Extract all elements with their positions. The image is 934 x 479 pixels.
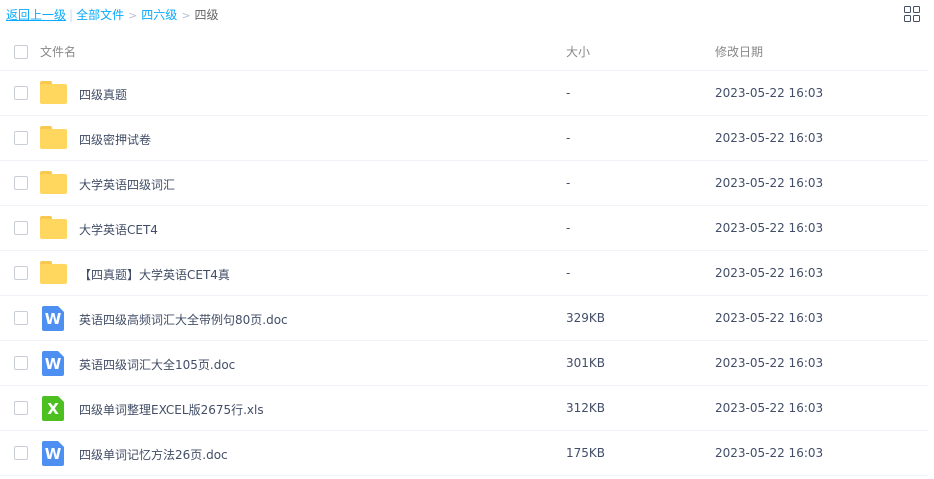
breadcrumb-current: 四级 — [194, 8, 219, 22]
folder-icon — [40, 126, 68, 150]
row-checkbox[interactable] — [14, 266, 28, 280]
chevron-right-icon: > — [128, 9, 138, 22]
modified-date: 2023-05-22 16:03 — [715, 176, 824, 190]
column-header-size[interactable]: 大小 — [566, 43, 590, 60]
file-name[interactable]: 英语四级高频词汇大全带例句80页.doc — [79, 311, 288, 328]
row-checkbox[interactable] — [14, 221, 28, 235]
table-row[interactable]: W 英语四级词汇大全105页.doc 301KB 2023-05-22 16:03 — [0, 341, 928, 386]
modified-date: 2023-05-22 16:03 — [715, 356, 824, 370]
modified-date: 2023-05-22 16:03 — [715, 86, 824, 100]
file-size: - — [566, 176, 571, 190]
file-name[interactable]: 大学英语四级词汇 — [79, 176, 175, 193]
file-name[interactable]: 四级密押试卷 — [79, 131, 151, 148]
modified-date: 2023-05-22 16:03 — [715, 131, 824, 145]
top-bar: 返回上一级 | 全部文件 > 四六级 > 四级 — [0, 0, 934, 28]
file-size: - — [566, 86, 571, 100]
file-name[interactable]: 大学英语CET4 — [79, 221, 158, 238]
file-size: 329KB — [566, 311, 606, 325]
column-header-name[interactable]: 文件名 — [40, 43, 76, 60]
file-name[interactable]: 四级单词记忆方法26页.doc — [79, 446, 228, 463]
row-checkbox[interactable] — [14, 86, 28, 100]
table-row[interactable]: 四级密押试卷 - 2023-05-22 16:03 — [0, 116, 928, 161]
folder-icon — [40, 216, 68, 240]
select-all-checkbox[interactable] — [14, 45, 28, 59]
modified-date: 2023-05-22 16:03 — [715, 311, 824, 325]
file-list-header: 文件名 大小 修改日期 — [0, 32, 928, 71]
table-row[interactable]: X 四级单词整理EXCEL版2675行.xls 312KB 2023-05-22 16… — [0, 386, 928, 431]
file-name[interactable]: 四级真题 — [79, 86, 127, 103]
row-checkbox[interactable] — [14, 131, 28, 145]
column-header-date[interactable]: 修改日期 — [715, 43, 763, 60]
file-size: - — [566, 266, 571, 280]
modified-date: 2023-05-22 16:03 — [715, 266, 824, 280]
breadcrumb-separator: | — [69, 8, 74, 22]
table-row[interactable]: 【四真题】大学英语CET4真 - 2023-05-22 16:03 — [0, 251, 928, 296]
table-row[interactable]: W 四级单词记忆方法26页.doc 175KB 2023-05-22 16:03 — [0, 431, 928, 476]
breadcrumb-cet[interactable]: 四六级 — [141, 8, 177, 22]
back-link[interactable]: 返回上一级 — [6, 8, 66, 22]
folder-icon — [40, 81, 68, 105]
folder-icon — [40, 171, 68, 195]
chevron-right-icon: > — [181, 9, 191, 22]
breadcrumb: 返回上一级 | 全部文件 > 四六级 > 四级 — [6, 6, 219, 23]
file-size: - — [566, 221, 571, 235]
table-row[interactable]: 大学英语四级词汇 - 2023-05-22 16:03 — [0, 161, 928, 206]
grid-view-icon[interactable] — [904, 6, 922, 24]
file-size: - — [566, 131, 571, 145]
row-checkbox[interactable] — [14, 401, 28, 415]
word-icon: W — [42, 441, 64, 466]
table-row[interactable]: W 英语四级高频词汇大全带例句80页.doc 329KB 2023-05-22 16:… — [0, 296, 928, 341]
folder-icon — [40, 261, 68, 285]
word-icon: W — [42, 351, 64, 376]
table-row[interactable]: 大学英语CET4 - 2023-05-22 16:03 — [0, 206, 928, 251]
file-size: 312KB — [566, 401, 606, 415]
excel-icon: X — [42, 396, 64, 421]
row-checkbox[interactable] — [14, 176, 28, 190]
table-row[interactable]: 四级真题 - 2023-05-22 16:03 — [0, 71, 928, 116]
file-name[interactable]: 四级单词整理EXCEL版2675行.xls — [79, 401, 264, 418]
file-name[interactable]: 【四真题】大学英语CET4真 — [79, 266, 230, 283]
modified-date: 2023-05-22 16:03 — [715, 401, 824, 415]
row-checkbox[interactable] — [14, 356, 28, 370]
row-checkbox[interactable] — [14, 311, 28, 325]
file-size: 175KB — [566, 446, 606, 460]
modified-date: 2023-05-22 16:03 — [715, 221, 824, 235]
breadcrumb-all-files[interactable]: 全部文件 — [76, 8, 124, 22]
row-checkbox[interactable] — [14, 446, 28, 460]
file-name[interactable]: 英语四级词汇大全105页.doc — [79, 356, 235, 373]
file-size: 301KB — [566, 356, 606, 370]
modified-date: 2023-05-22 16:03 — [715, 446, 824, 460]
word-icon: W — [42, 306, 64, 331]
